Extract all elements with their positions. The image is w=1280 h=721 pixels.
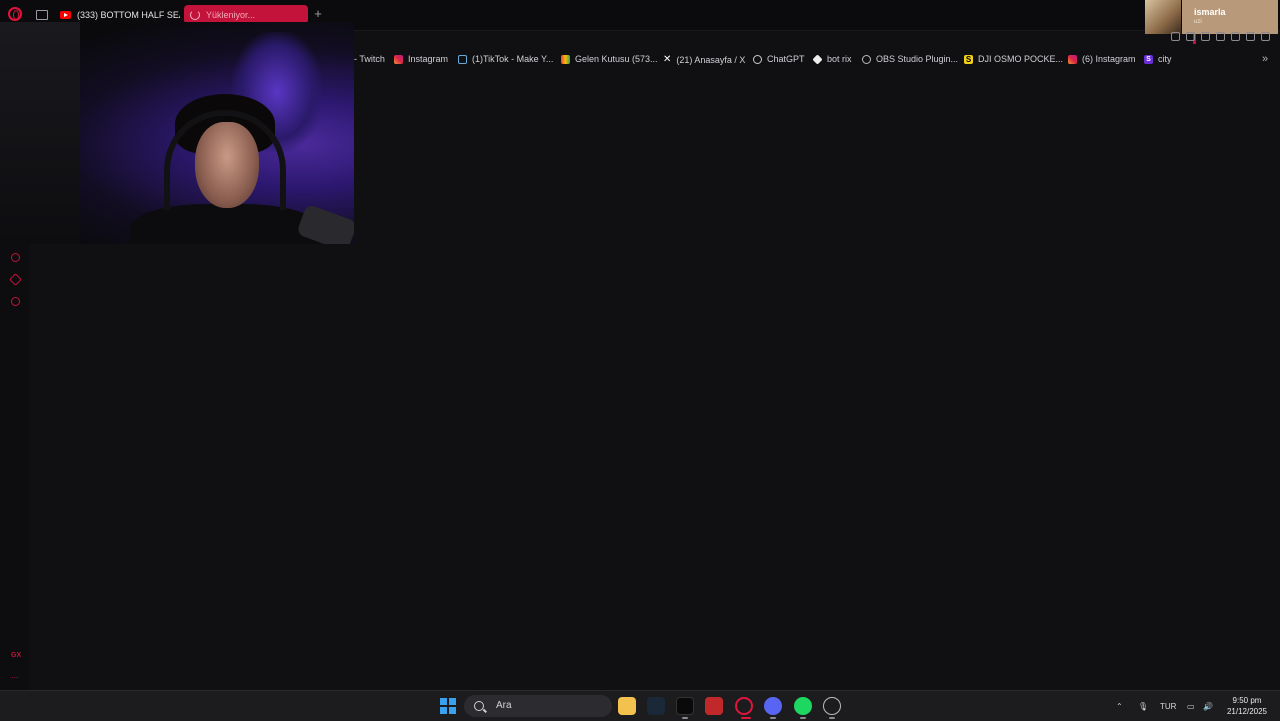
volume-icon[interactable]: 🔊 <box>1203 691 1213 721</box>
bookmark-chatgpt[interactable]: ChatGPT <box>753 54 805 64</box>
close-circle-icon[interactable] <box>1201 32 1210 41</box>
bookmark-label: city <box>1158 54 1172 64</box>
bookmark-instagram[interactable]: Instagram <box>394 54 448 64</box>
bookmark-label: OBS Studio Plugin... <box>876 54 959 64</box>
spotify-icon[interactable] <box>794 697 812 715</box>
bookmark-instagram-2[interactable]: (6) Instagram <box>1068 54 1136 64</box>
stream-app-icon[interactable] <box>705 697 723 715</box>
microphone-icon[interactable]: 🎙 <box>1138 691 1148 721</box>
notification-subtitle: uzi <box>1194 19 1202 25</box>
webcam-background <box>0 22 80 244</box>
bookmark-label: (6) Instagram <box>1082 54 1136 64</box>
notification-body: ismarla uzi <box>1182 0 1278 34</box>
bookmark-tiktok[interactable]: (1)TikTok - Make Y... <box>458 54 553 64</box>
steam-icon[interactable] <box>647 697 665 715</box>
album-art <box>1145 0 1181 34</box>
loading-spinner-icon <box>190 9 200 20</box>
tab-islands-icon[interactable] <box>36 10 48 20</box>
running-indicator <box>800 717 806 719</box>
notification-title: ismarla <box>1194 7 1226 17</box>
extensions-icon[interactable] <box>1216 32 1225 41</box>
opera-gx-menu-icon[interactable] <box>8 7 22 21</box>
tray-overflow-icon[interactable]: ⌃ <box>1116 691 1123 721</box>
network-icon[interactable]: ▭ <box>1187 691 1195 721</box>
bookmark-label: DJI OSMO POCKE... <box>978 54 1064 64</box>
bot-icon <box>812 53 823 65</box>
sidebar-more-button[interactable]: ... <box>11 670 19 680</box>
bookmark-label: (1)TikTok - Make Y... <box>472 54 554 64</box>
obs-icon <box>862 54 871 64</box>
webcam-person-body <box>130 204 320 244</box>
running-indicator <box>770 717 776 719</box>
x-icon: ✕ <box>663 54 672 65</box>
webcam-overlay <box>0 22 354 244</box>
taskbar-search[interactable]: Ara <box>464 695 612 717</box>
opera-gx-icon[interactable] <box>735 697 753 715</box>
system-clock[interactable]: 9:50 pm 21/12/2025 <box>1222 695 1272 717</box>
bookmarks-overflow-icon[interactable]: » <box>1262 53 1268 65</box>
history-icon[interactable] <box>11 253 20 262</box>
bookmark-x[interactable]: ✕ (21) Anasayfa / X <box>663 54 745 65</box>
file-explorer-icon[interactable] <box>618 697 636 715</box>
bookmark-twitch[interactable]: - Twitch <box>354 54 385 64</box>
music-notification[interactable]: ismarla uzi <box>1145 0 1278 34</box>
profile-icon[interactable] <box>1231 32 1240 41</box>
sidebar: GX ... <box>0 244 30 690</box>
bookmark-gmail[interactable]: Gelen Kutusu (573... <box>561 54 658 64</box>
clock-time: 9:50 pm <box>1232 696 1262 705</box>
bookmark-dji[interactable]: S DJI OSMO POCKE... <box>964 54 1063 64</box>
extensions-icon[interactable] <box>9 273 22 286</box>
search-placeholder: Ara <box>496 700 512 711</box>
settings-icon[interactable] <box>11 297 20 306</box>
bookmark-label: - Twitch <box>354 54 385 64</box>
bookmark-city[interactable]: S city <box>1144 54 1172 64</box>
snapshot-icon[interactable] <box>1186 32 1195 41</box>
bookmark-label: ChatGPT <box>767 54 805 64</box>
discord-icon[interactable] <box>764 697 782 715</box>
pin-icon[interactable] <box>1171 32 1180 41</box>
bookmark-label: Instagram <box>408 54 449 64</box>
running-indicator <box>682 717 688 719</box>
stake-icon: S <box>1144 54 1153 64</box>
bookmark-obs[interactable]: OBS Studio Plugin... <box>862 54 958 64</box>
language-indicator[interactable]: TUR <box>1160 691 1176 721</box>
start-button[interactable] <box>440 698 456 714</box>
taskbar: Ara ⌃ 🎙 TUR ▭ 🔊 9:50 pm 21/12/2025 <box>0 690 1280 721</box>
youtube-icon <box>60 10 71 19</box>
bookmark-label: bot rix <box>827 54 852 64</box>
clock-date: 21/12/2025 <box>1226 707 1268 716</box>
toolbar-icons <box>1171 32 1270 41</box>
running-indicator <box>829 717 835 719</box>
dji-icon: S <box>964 54 973 64</box>
bookmark-label: Gelen Kutusu (573... <box>575 54 658 64</box>
tab-title: Yükleniyor... <box>206 9 256 20</box>
active-indicator <box>741 717 751 719</box>
search-icon <box>474 701 484 711</box>
new-tab-button[interactable]: + <box>311 7 325 21</box>
tiktok-icon <box>458 54 467 64</box>
terminal-icon[interactable] <box>676 697 694 715</box>
menu-icon[interactable] <box>1261 32 1270 41</box>
bookmark-label: (21) Anasayfa / X <box>676 54 746 65</box>
chatgpt-icon <box>753 54 762 64</box>
obs-taskbar-icon[interactable] <box>823 697 841 715</box>
gx-corner-icon[interactable]: GX <box>11 652 21 659</box>
download-icon[interactable] <box>1246 32 1255 41</box>
instagram-icon <box>1068 54 1077 64</box>
instagram-icon <box>394 54 403 64</box>
bookmark-bot-rix[interactable]: bot rix <box>812 53 852 65</box>
tab-title: (333) BOTTOM HALF SEA <box>77 9 180 20</box>
gmail-icon <box>561 54 570 64</box>
